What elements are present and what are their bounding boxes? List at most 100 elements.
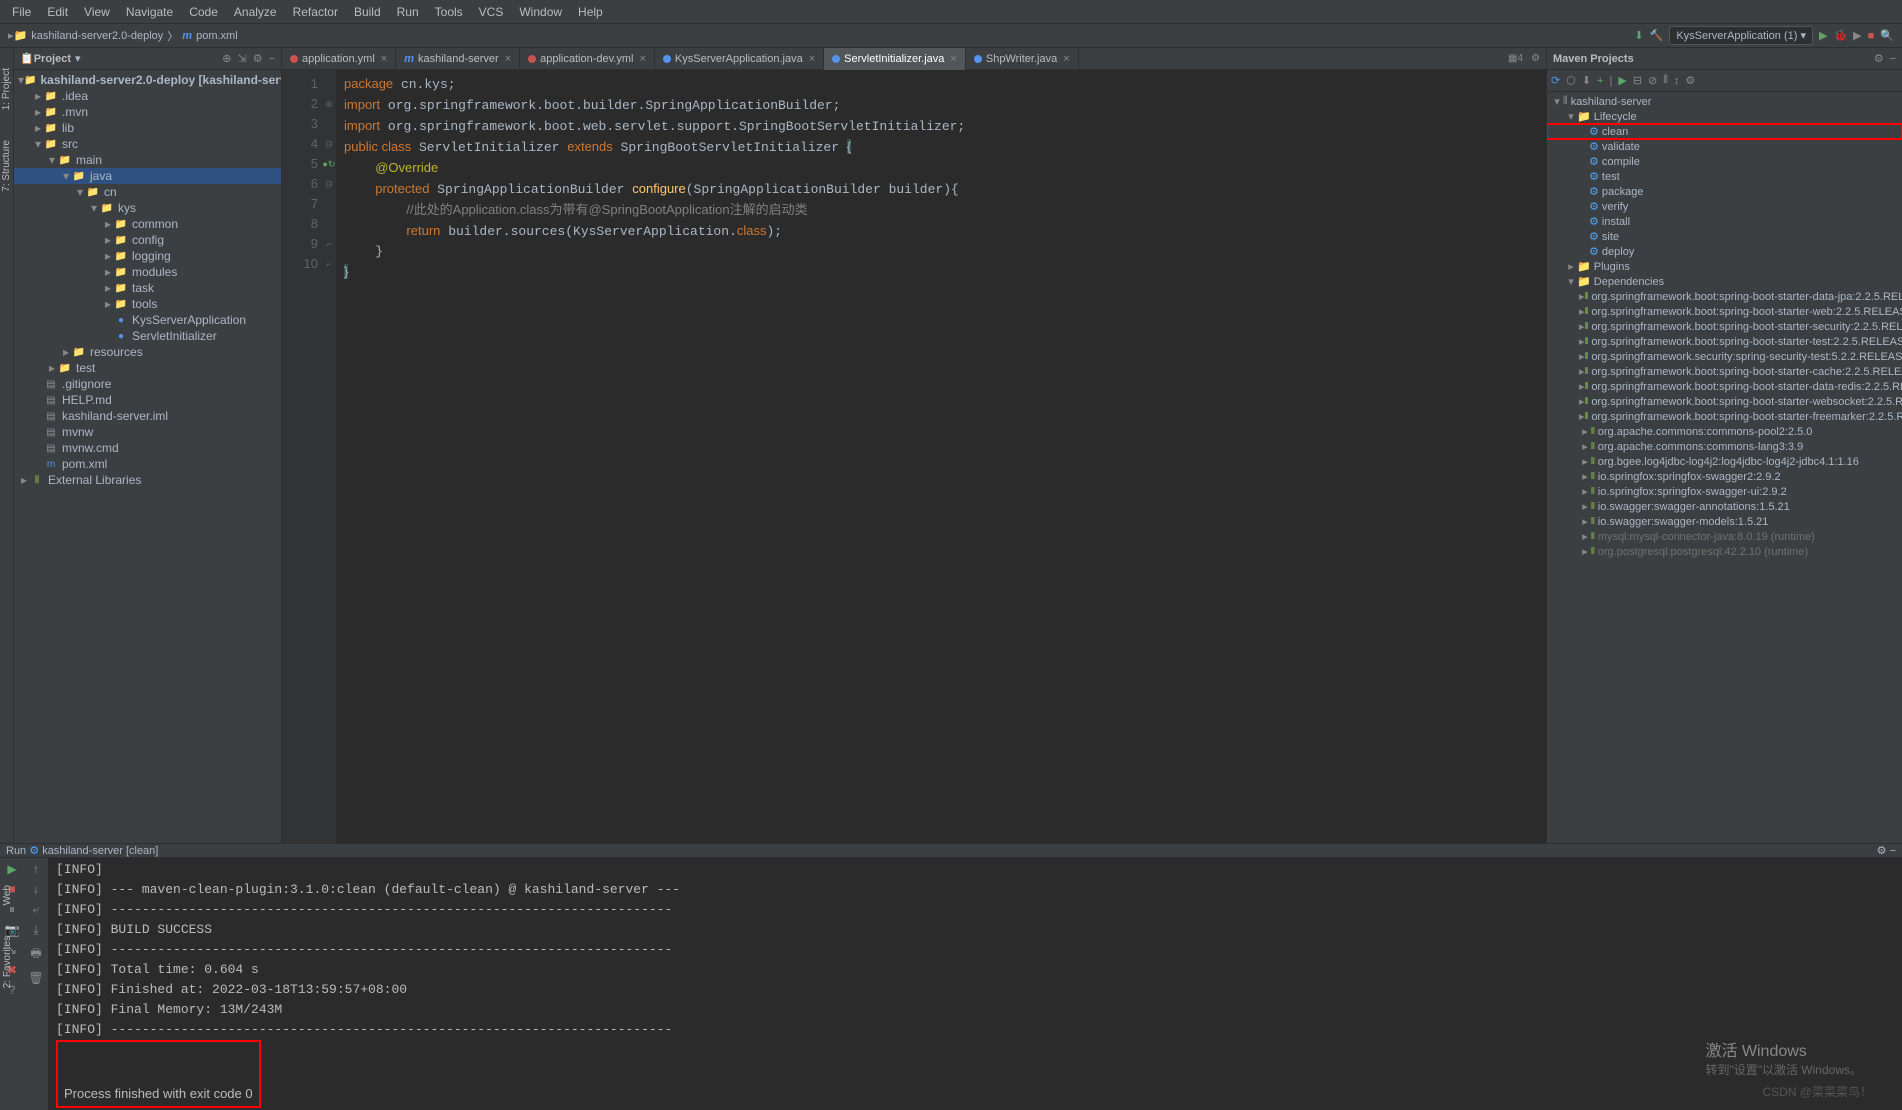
search-icon[interactable]: 🔍	[1880, 29, 1894, 42]
download-icon[interactable]: ⬇	[1582, 74, 1591, 87]
close-icon[interactable]: ×	[950, 53, 956, 65]
run-config-selector[interactable]: KysServerApplication (1) ▾	[1669, 26, 1813, 45]
editor-tab[interactable]: mkashiland-server×	[396, 48, 520, 70]
plugins-folder[interactable]: ▸📁 Plugins	[1547, 259, 1902, 274]
tree-node[interactable]: ▤mvnw	[14, 424, 281, 440]
menu-navigate[interactable]: Navigate	[118, 3, 181, 21]
dependency-item[interactable]: ▸⫴io.springfox:springfox-swagger-ui:2.9.…	[1547, 484, 1902, 499]
lifecycle-site[interactable]: ⚙ site	[1547, 229, 1902, 244]
tree-node[interactable]: ▸📁common	[14, 216, 281, 232]
settings-icon[interactable]: ⚙	[1685, 74, 1695, 87]
coverage-button[interactable]: ▶	[1853, 29, 1861, 42]
lifecycle-verify[interactable]: ⚙ verify	[1547, 199, 1902, 214]
dependency-item[interactable]: ▸⫴org.springframework.boot:spring-boot-s…	[1547, 364, 1902, 379]
hide-icon[interactable]: −	[1890, 53, 1896, 65]
tree-node[interactable]: ▸📁tools	[14, 296, 281, 312]
breadcrumb-file[interactable]: pom.xml	[196, 30, 238, 42]
tree-node[interactable]: ▾📁kys	[14, 200, 281, 216]
clear-icon[interactable]: 🗑	[28, 971, 43, 985]
tree-node[interactable]: ●ServletInitializer	[14, 328, 281, 344]
dependency-item[interactable]: ▸⫴org.bgee.log4jdbc-log4j2:log4jdbc-log4…	[1547, 454, 1902, 469]
tree-node[interactable]: ▤kashiland-server.iml	[14, 408, 281, 424]
up-icon[interactable]: ↑	[33, 862, 39, 876]
menu-vcs[interactable]: VCS	[471, 3, 512, 21]
maven-project-root[interactable]: ▾⫴ kashiland-server	[1547, 94, 1902, 109]
dependency-item[interactable]: ▸⫴org.springframework.boot:spring-boot-s…	[1547, 289, 1902, 304]
tree-node[interactable]: ▸📁logging	[14, 248, 281, 264]
tree-node[interactable]: ▸📁task	[14, 280, 281, 296]
tool-project[interactable]: 1: Project	[1, 68, 12, 110]
dependency-item[interactable]: ▸⫴org.springframework.boot:spring-boot-s…	[1547, 334, 1902, 349]
dependency-item[interactable]: ▸⫴org.springframework.boot:spring-boot-s…	[1547, 394, 1902, 409]
toggle-skip-tests-icon[interactable]: ⊘	[1648, 74, 1657, 87]
close-icon[interactable]: ×	[639, 53, 645, 65]
run-button[interactable]: ▶	[1819, 29, 1827, 42]
execute-icon[interactable]: ⊟	[1633, 74, 1642, 87]
debug-button[interactable]: 🐞	[1833, 29, 1847, 42]
lifecycle-validate[interactable]: ⚙ validate	[1547, 139, 1902, 154]
dependency-item[interactable]: ▸⫴io.swagger:swagger-models:1.5.21	[1547, 514, 1902, 529]
menu-refactor[interactable]: Refactor	[285, 3, 346, 21]
hide-icon[interactable]: −	[1890, 845, 1896, 857]
lifecycle-folder[interactable]: ▾📁 Lifecycle	[1547, 109, 1902, 124]
editor-tab[interactable]: application-dev.yml×	[520, 48, 655, 70]
tree-root[interactable]: ▾📁kashiland-server2.0-deploy [kashiland-…	[14, 72, 281, 88]
dependencies-folder[interactable]: ▾📁 Dependencies	[1547, 274, 1902, 289]
target-icon[interactable]: ⊕	[222, 52, 231, 65]
lifecycle-install[interactable]: ⚙ install	[1547, 214, 1902, 229]
tree-node[interactable]: ▤.gitignore	[14, 376, 281, 392]
menu-tools[interactable]: Tools	[427, 3, 471, 21]
run-maven-icon[interactable]: ▶	[1618, 74, 1626, 87]
code-editor[interactable]: package cn.kys; import org.springframewo…	[336, 70, 1546, 843]
maven-tree[interactable]: ▾⫴ kashiland-server ▾📁 Lifecycle ⚙ clean…	[1547, 92, 1902, 843]
tree-node[interactable]: ▸📁resources	[14, 344, 281, 360]
stop-button[interactable]: ■	[1868, 30, 1875, 42]
menu-window[interactable]: Window	[511, 3, 570, 21]
collapse-icon[interactable]: ⇲	[237, 52, 246, 65]
close-icon[interactable]: ×	[809, 53, 815, 65]
tool-structure[interactable]: 7: Structure	[1, 140, 12, 192]
tree-node[interactable]: ▸📁modules	[14, 264, 281, 280]
tree-node[interactable]: ●KysServerApplication	[14, 312, 281, 328]
tree-node[interactable]: ▸📁lib	[14, 120, 281, 136]
tree-node[interactable]: ▸📁.mvn	[14, 104, 281, 120]
fold-gutter[interactable]: ⊕⊟●↻⊟⌐⌐	[322, 70, 336, 843]
menu-build[interactable]: Build	[346, 3, 389, 21]
tree-node[interactable]: ▾📁main	[14, 152, 281, 168]
lifecycle-compile[interactable]: ⚙ compile	[1547, 154, 1902, 169]
editor-tab[interactable]: KysServerApplication.java×	[655, 48, 824, 70]
dependency-item[interactable]: ▸⫴mysql:mysql-connector-java:8.0.19 (run…	[1547, 529, 1902, 544]
build-icon[interactable]: ⬇	[1634, 29, 1643, 42]
tree-node[interactable]: ▾📁cn	[14, 184, 281, 200]
dependency-item[interactable]: ▸⫴io.springfox:springfox-swagger2:2.9.2	[1547, 469, 1902, 484]
close-icon[interactable]: ×	[1063, 53, 1069, 65]
wrap-icon[interactable]: ⤶	[33, 902, 40, 917]
dependency-item[interactable]: ▸⫴org.springframework.boot:spring-boot-s…	[1547, 409, 1902, 424]
show-deps-icon[interactable]: ⫴	[1663, 74, 1668, 87]
editor-tab[interactable]: ShpWriter.java×	[966, 48, 1079, 70]
console-output[interactable]: [INFO] [INFO] --- maven-clean-plugin:3.1…	[48, 858, 1902, 1110]
breadcrumb-project[interactable]: kashiland-server2.0-deploy	[31, 30, 163, 42]
add-icon[interactable]: +	[1597, 75, 1603, 87]
gear-icon[interactable]: ⚙	[253, 52, 263, 65]
dependency-item[interactable]: ▸⫴org.apache.commons:commons-pool2:2.5.0	[1547, 424, 1902, 439]
dependency-item[interactable]: ▸⫴org.springframework.boot:spring-boot-s…	[1547, 304, 1902, 319]
editor-tool-icon[interactable]: ⚙	[1531, 53, 1540, 64]
dependency-item[interactable]: ▸⫴org.postgresql:postgresql:42.2.10 (run…	[1547, 544, 1902, 559]
lifecycle-deploy[interactable]: ⚙ deploy	[1547, 244, 1902, 259]
reimport-icon[interactable]: ⟳	[1551, 74, 1560, 87]
tree-node[interactable]: ▸📁config	[14, 232, 281, 248]
tree-node[interactable]: ▾📁src	[14, 136, 281, 152]
project-tree[interactable]: ▾📁kashiland-server2.0-deploy [kashiland-…	[14, 70, 281, 843]
down-icon[interactable]: ↓	[33, 882, 39, 896]
menu-code[interactable]: Code	[181, 3, 226, 21]
lifecycle-package[interactable]: ⚙ package	[1547, 184, 1902, 199]
tree-node[interactable]: mpom.xml	[14, 456, 281, 472]
lifecycle-clean[interactable]: ⚙ clean	[1547, 124, 1902, 139]
close-icon[interactable]: ×	[505, 53, 511, 65]
scroll-icon[interactable]: ⤓	[33, 923, 38, 938]
close-icon[interactable]: ×	[381, 53, 387, 65]
tool-favorites[interactable]: 2: Favorites	[2, 936, 13, 988]
menu-file[interactable]: File	[4, 3, 39, 21]
menu-run[interactable]: Run	[389, 3, 427, 21]
